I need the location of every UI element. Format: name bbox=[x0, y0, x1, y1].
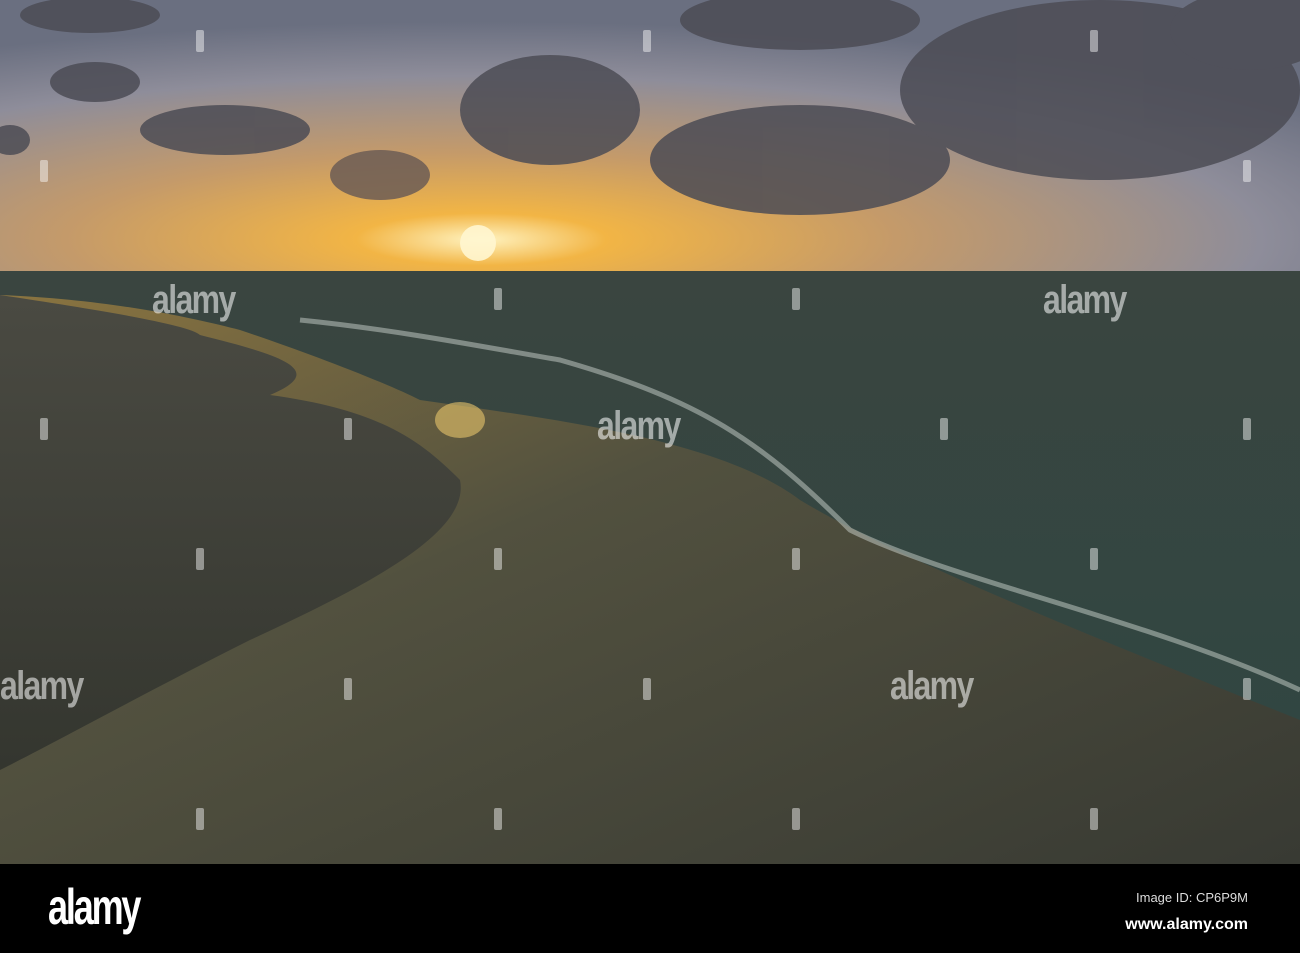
watermark: alamy bbox=[1043, 278, 1127, 322]
watermark-mark bbox=[196, 548, 204, 570]
watermark-mark bbox=[940, 418, 948, 440]
watermark-mark bbox=[40, 160, 48, 182]
watermark-mark bbox=[1090, 808, 1098, 830]
watermark-mark bbox=[643, 30, 651, 52]
watermark-mark bbox=[344, 418, 352, 440]
watermark-mark bbox=[1090, 548, 1098, 570]
watermark: alamy bbox=[890, 664, 974, 708]
watermark-mark bbox=[1243, 160, 1251, 182]
watermark: alamy bbox=[597, 404, 681, 448]
footer-bar: alamy Image ID: CP6P9M www.alamy.com bbox=[0, 864, 1300, 953]
alamy-logo: alamy bbox=[48, 879, 141, 935]
watermark: alamy bbox=[152, 278, 236, 322]
watermark-mark bbox=[792, 808, 800, 830]
watermark-mark bbox=[494, 808, 502, 830]
watermark-mark bbox=[1243, 418, 1251, 440]
watermark-mark bbox=[494, 288, 502, 310]
watermark-mark bbox=[1090, 30, 1098, 52]
watermark-mark bbox=[1243, 678, 1251, 700]
watermark-mark bbox=[344, 678, 352, 700]
watermark-mark bbox=[792, 288, 800, 310]
watermark-mark bbox=[40, 418, 48, 440]
website-link[interactable]: www.alamy.com bbox=[1125, 916, 1248, 934]
watermark-mark bbox=[792, 548, 800, 570]
image-id: Image ID: CP6P9M bbox=[1136, 890, 1248, 905]
watermark: alamy bbox=[0, 664, 84, 708]
watermark-mark bbox=[196, 808, 204, 830]
watermark-mark bbox=[196, 30, 204, 52]
watermark-mark bbox=[494, 548, 502, 570]
watermark-mark bbox=[643, 678, 651, 700]
